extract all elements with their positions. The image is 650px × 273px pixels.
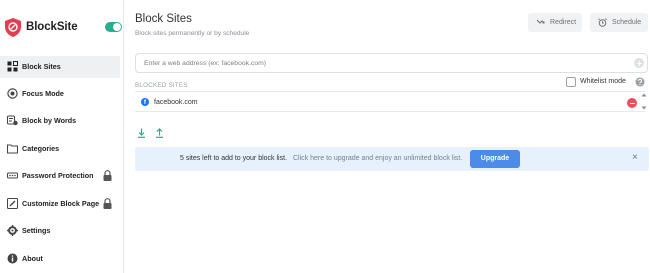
sidebar-item-customize-block-page[interactable]: Customize Block Page [0, 193, 120, 215]
block-by-words-icon [7, 115, 18, 126]
redirect-label: Redirect [550, 19, 577, 26]
import-download-icon[interactable] [137, 128, 146, 138]
sidebar-item-categories[interactable]: Categories [0, 138, 120, 160]
customize-icon [7, 198, 18, 209]
alarm-clock-icon [598, 18, 607, 27]
whitelist-mode-checkbox[interactable] [566, 77, 576, 87]
blocked-sites-heading: BLOCKED SITES [135, 82, 188, 89]
page-subtitle: Block sites permanently or by schedule [135, 30, 250, 37]
blocking-toggle[interactable] [105, 22, 122, 32]
categories-icon [7, 144, 18, 154]
facebook-icon: f [141, 98, 149, 106]
brand-name: BlockSite [26, 21, 78, 33]
blocked-sites-list: f facebook.com [135, 91, 645, 112]
sidebar-item-label: Focus Mode [22, 89, 64, 98]
focus-mode-icon [7, 88, 18, 99]
export-upload-icon[interactable] [155, 128, 164, 138]
sites-left-text: 5 sites left to add to your block list. [180, 155, 287, 162]
sidebar-item-label: Settings [22, 226, 51, 235]
sidebar-item-label: About [22, 254, 43, 263]
sidebar-item-label: Block by Words [22, 116, 77, 125]
sidebar-item-block-by-words[interactable]: Block by Words [0, 110, 120, 132]
sidebar-item-label: Block Sites [22, 62, 61, 71]
page-title: Block Sites [135, 13, 192, 25]
blocksite-logo-icon [5, 18, 21, 37]
blocked-site-name: facebook.com [154, 99, 198, 106]
upgrade-button[interactable]: Upgrade [470, 150, 520, 168]
sidebar-item-label: Customize Block Page [22, 199, 100, 208]
web-address-input[interactable] [135, 53, 648, 73]
block-sites-icon [7, 61, 18, 72]
sidebar-item-settings[interactable]: Settings [0, 220, 120, 242]
close-icon[interactable]: × [632, 153, 638, 163]
main-content: Block Sites Block sites permanently or b… [125, 0, 650, 273]
password-icon [7, 172, 18, 179]
sidebar-item-about[interactable]: About [0, 248, 120, 270]
sidebar-item-password-protection[interactable]: Password Protection [0, 165, 120, 187]
redirect-button[interactable]: Redirect [528, 13, 582, 32]
sidebar-item-block-sites[interactable]: Block Sites [0, 56, 120, 78]
add-site-button[interactable] [634, 58, 644, 68]
info-icon [7, 253, 18, 264]
sidebar: BlockSite Block Sites Focus Mode Block b… [0, 0, 124, 273]
schedule-label: Schedule [612, 19, 642, 26]
redirect-icon [536, 19, 545, 24]
remove-site-button[interactable] [627, 98, 637, 108]
upgrade-link-text[interactable]: Click here to upgrade and enjoy an unlim… [293, 155, 462, 162]
scroll-up-arrow-icon[interactable] [641, 92, 647, 98]
help-icon[interactable] [635, 77, 645, 87]
schedule-button[interactable]: Schedule [590, 13, 648, 32]
sidebar-item-label: Categories [22, 144, 60, 153]
scroll-down-arrow-icon[interactable] [641, 105, 647, 111]
lock-icon [103, 170, 112, 181]
sidebar-item-label: Password Protection [22, 171, 94, 180]
lock-icon [103, 198, 112, 209]
gear-icon [7, 225, 18, 236]
sidebar-item-focus-mode[interactable]: Focus Mode [0, 83, 120, 105]
upgrade-banner: 5 sites left to add to your block list. … [135, 147, 649, 171]
whitelist-mode-label: Whitelist mode [580, 78, 626, 85]
brand-header: BlockSite [5, 16, 123, 40]
